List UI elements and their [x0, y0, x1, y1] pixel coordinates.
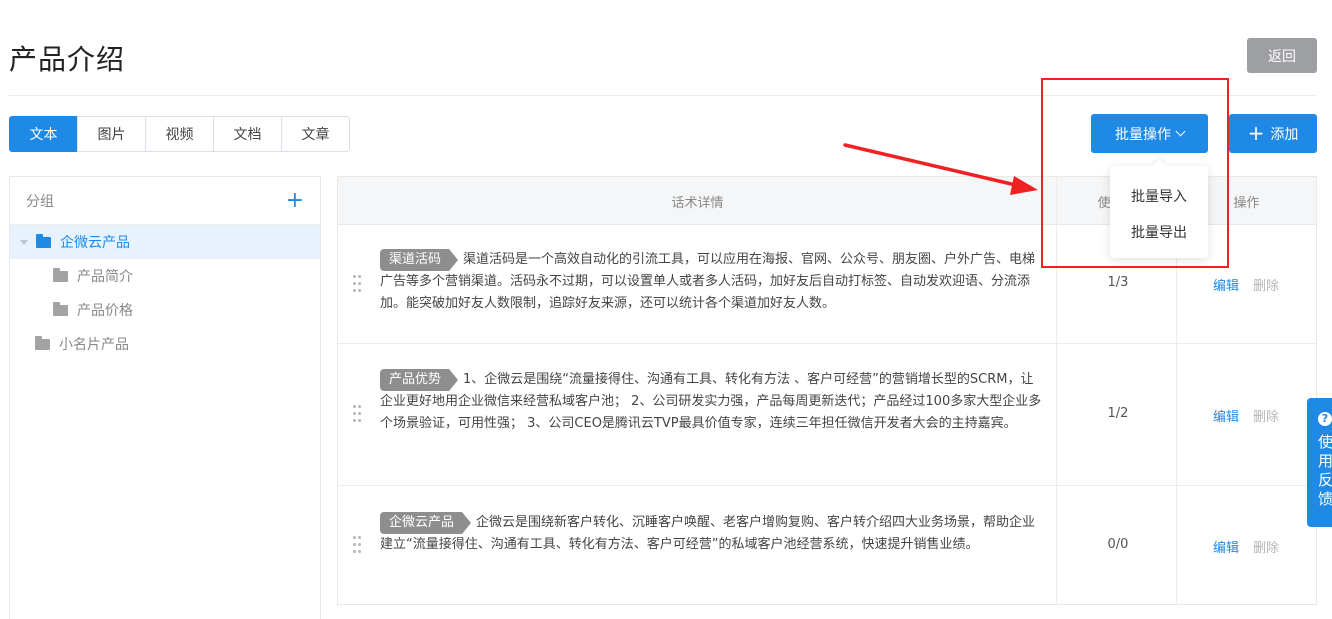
tree-item-label: 产品简介: [77, 269, 133, 285]
feedback-label: 使用反馈: [1318, 433, 1332, 508]
header-divider: [9, 95, 1317, 96]
add-group-icon[interactable]: +: [286, 189, 304, 212]
tree-item-label: 企微云产品: [60, 235, 130, 251]
delete-link[interactable]: 删除: [1253, 275, 1279, 294]
header-detail: 话术详情: [671, 195, 724, 211]
folder-icon: [35, 335, 50, 350]
tree-item-product-intro[interactable]: 产品简介: [10, 259, 320, 293]
row-content: 渠道活码 渠道活码是一个高效自动化的引流工具，可以应用在海报、官网、公众号、朋友圈…: [380, 249, 1045, 315]
feedback-button[interactable]: ? 使用反馈: [1307, 398, 1332, 527]
group-panel: 分组 + 企微云产品 产品简介 产品价格 小名片产品: [9, 176, 321, 619]
group-title: 分组: [26, 193, 54, 210]
drag-handle-icon[interactable]: [353, 275, 363, 295]
table-row: 产品优势 1、企微云是围绕“流量接得住、沟通有工具、转化有方法 、客户可经营”的营…: [338, 344, 1316, 486]
row-text: 企微云是围绕新客户转化、沉睡客户唤醒、老客户增购复购、客户转介绍四大业务场景，帮…: [380, 515, 1036, 552]
delete-link[interactable]: 删除: [1253, 537, 1279, 556]
batch-operation-dropdown: 批量导入 批量导出: [1110, 166, 1208, 258]
question-icon: ?: [1318, 412, 1332, 426]
edit-link[interactable]: 编辑: [1213, 537, 1239, 556]
batch-operation-button[interactable]: 批量操作: [1091, 114, 1208, 153]
tree-item-product-price[interactable]: 产品价格: [10, 293, 320, 327]
add-button[interactable]: + 添加: [1229, 114, 1317, 153]
tree-item-label: 小名片产品: [59, 337, 129, 353]
page-title: 产品介绍: [9, 43, 126, 76]
group-header: 分组 +: [10, 177, 320, 225]
row-content: 企微云产品 企微云是围绕新客户转化、沉睡客户唤醒、老客户增购复购、客户转介绍四大业…: [380, 512, 1045, 556]
plus-icon: +: [1247, 120, 1265, 145]
chevron-down-icon: [1175, 126, 1186, 137]
category-tag: 企微云产品: [380, 512, 472, 534]
tab-image[interactable]: 图片: [77, 116, 146, 152]
batch-import-item[interactable]: 批量导入: [1110, 186, 1208, 206]
row-text: 1、企微云是围绕“流量接得住、沟通有工具、转化有方法 、客户可经营”的营销增长型…: [380, 372, 1042, 431]
tab-text[interactable]: 文本: [9, 116, 78, 152]
tab-document[interactable]: 文档: [213, 116, 282, 152]
usage-count: 1/2: [1107, 406, 1129, 421]
category-tag: 渠道活码: [380, 249, 459, 271]
tree-item-mini-card[interactable]: 小名片产品: [10, 327, 320, 361]
delete-link[interactable]: 删除: [1253, 406, 1279, 425]
edit-link[interactable]: 编辑: [1213, 275, 1239, 294]
category-tag: 产品优势: [380, 369, 459, 391]
usage-count: 1/3: [1107, 275, 1129, 290]
tab-article[interactable]: 文章: [281, 116, 350, 152]
folder-icon: [53, 301, 68, 316]
row-content: 产品优势 1、企微云是围绕“流量接得住、沟通有工具、转化有方法 、客户可经营”的营…: [380, 369, 1045, 435]
add-label: 添加: [1270, 126, 1299, 143]
usage-count: 0/0: [1107, 537, 1129, 552]
edit-link[interactable]: 编辑: [1213, 406, 1239, 425]
batch-export-item[interactable]: 批量导出: [1110, 222, 1208, 242]
tree-item-qiweiyun[interactable]: 企微云产品: [10, 225, 320, 259]
tab-video[interactable]: 视频: [145, 116, 214, 152]
drag-handle-icon[interactable]: [353, 405, 363, 425]
folder-icon: [53, 267, 68, 282]
content-type-tabs: 文本 图片 视频 文档 文章: [9, 116, 350, 152]
row-text: 渠道活码是一个高效自动化的引流工具，可以应用在海报、官网、公众号、朋友圈、户外广…: [380, 252, 1036, 311]
table-row: 企微云产品 企微云是围绕新客户转化、沉睡客户唤醒、老客户增购复购、客户转介绍四大业…: [338, 486, 1316, 605]
drag-handle-icon[interactable]: [353, 536, 363, 556]
back-button[interactable]: 返回: [1247, 38, 1317, 73]
tree-item-label: 产品价格: [77, 303, 133, 319]
batch-operation-label: 批量操作: [1115, 126, 1171, 143]
caret-down-icon[interactable]: [20, 239, 28, 245]
folder-icon: [36, 233, 51, 248]
